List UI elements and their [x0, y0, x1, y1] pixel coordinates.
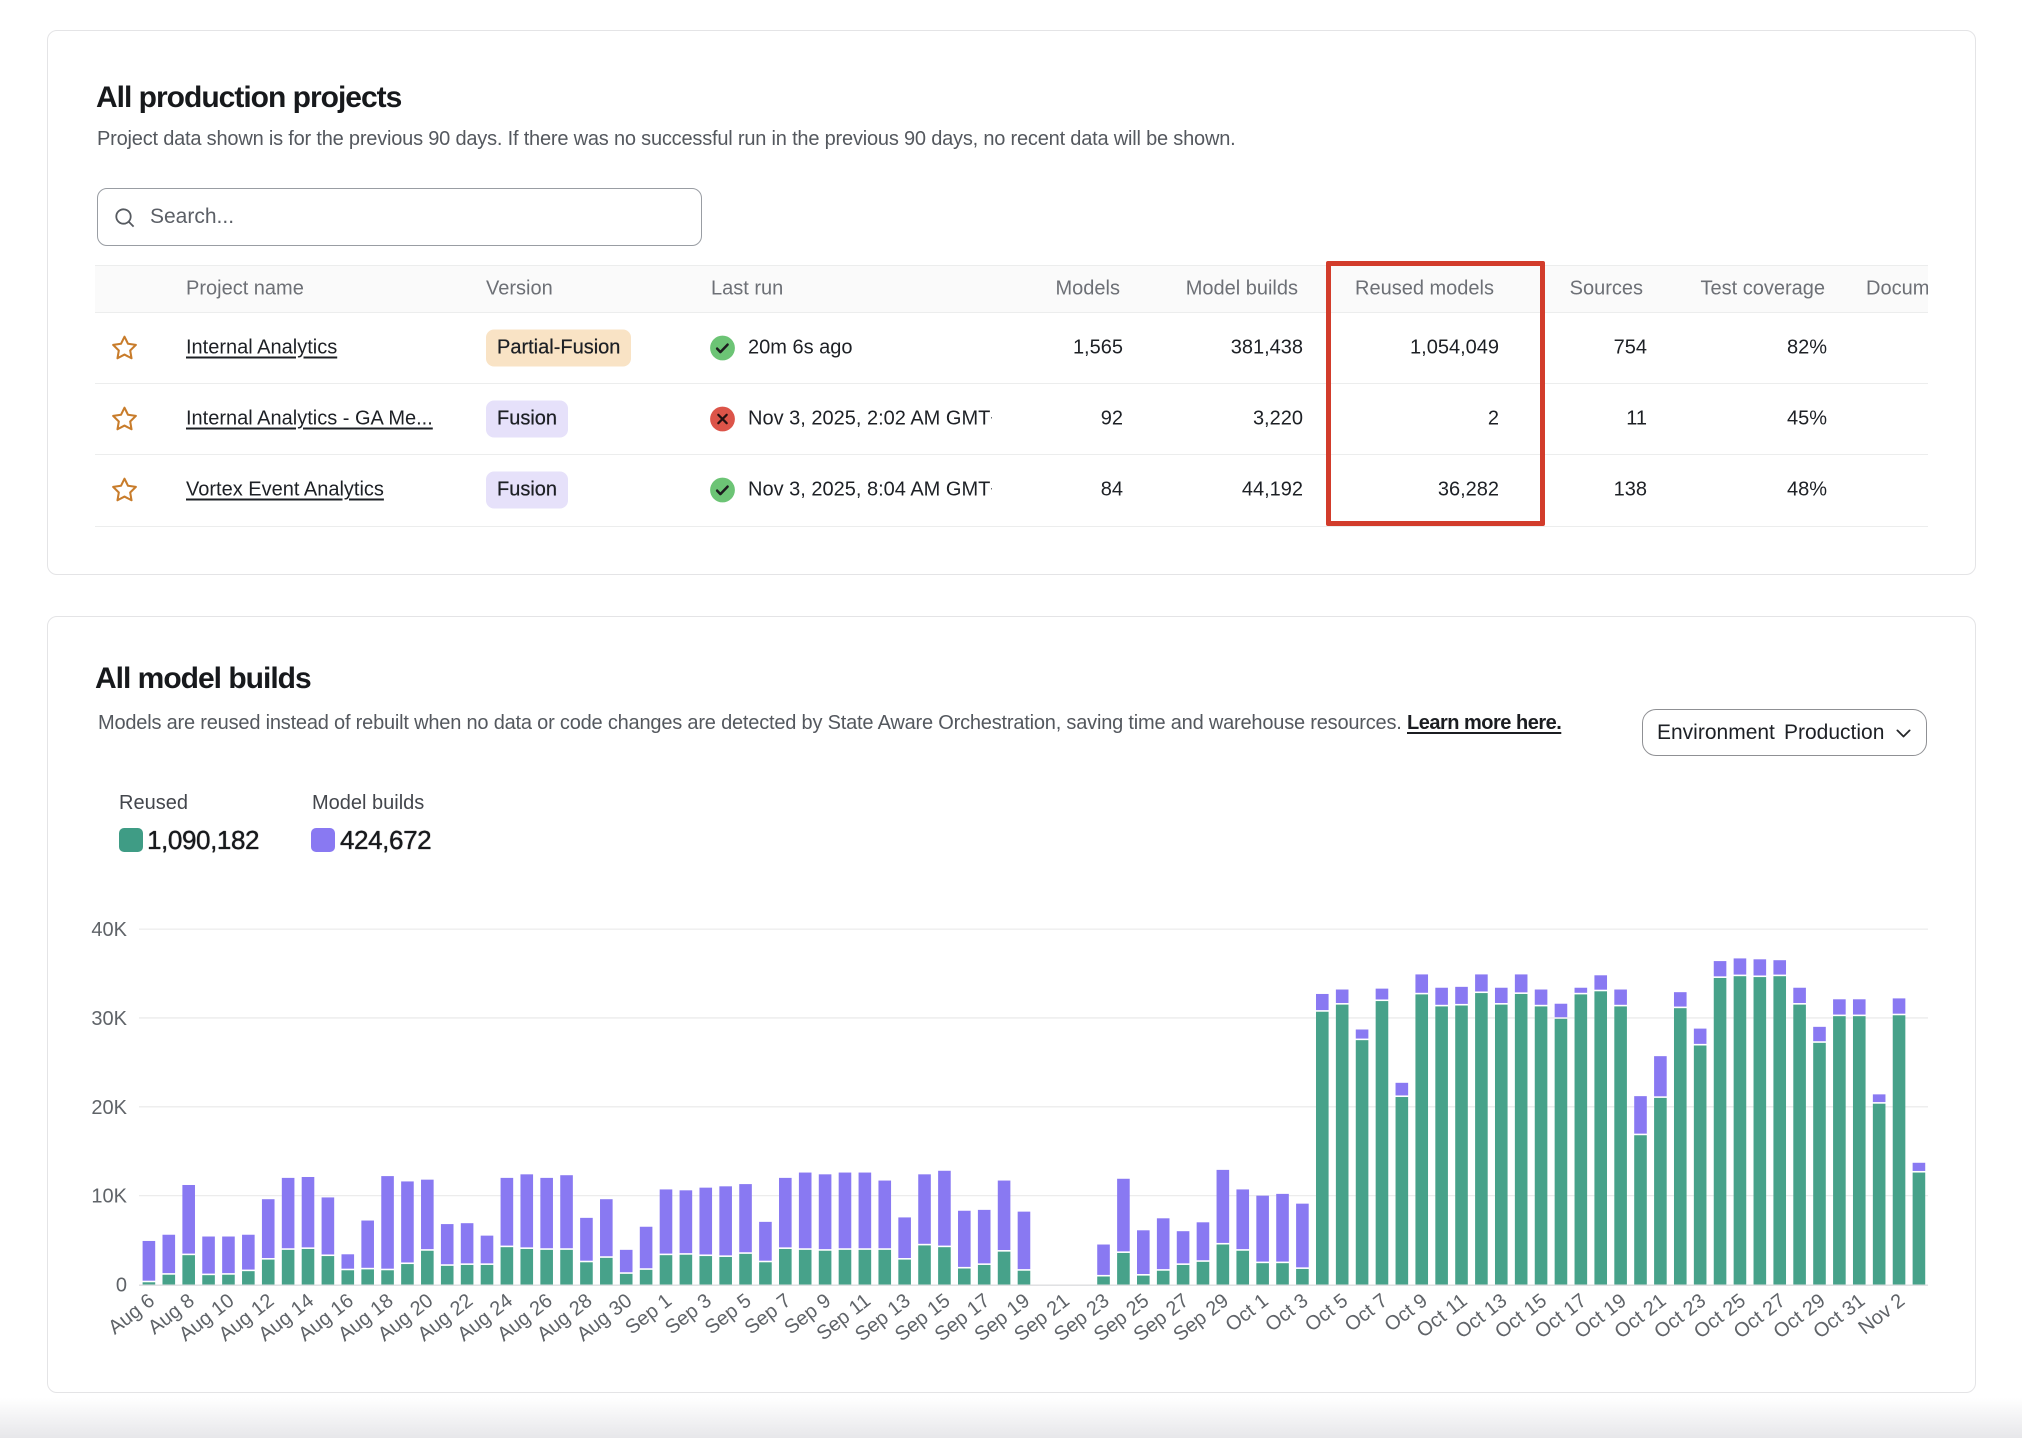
- svg-text:0: 0: [116, 1275, 127, 1297]
- svg-text:20K: 20K: [91, 1097, 127, 1119]
- svg-text:Oct 3: Oct 3: [1261, 1290, 1312, 1337]
- svg-text:Oct 5: Oct 5: [1301, 1290, 1352, 1337]
- svg-text:10K: 10K: [91, 1186, 127, 1208]
- svg-text:30K: 30K: [91, 1008, 127, 1030]
- svg-text:Oct 7: Oct 7: [1341, 1290, 1392, 1337]
- svg-text:Oct 1: Oct 1: [1221, 1290, 1272, 1337]
- svg-text:Nov 2: Nov 2: [1854, 1290, 1909, 1340]
- svg-text:40K: 40K: [91, 919, 127, 941]
